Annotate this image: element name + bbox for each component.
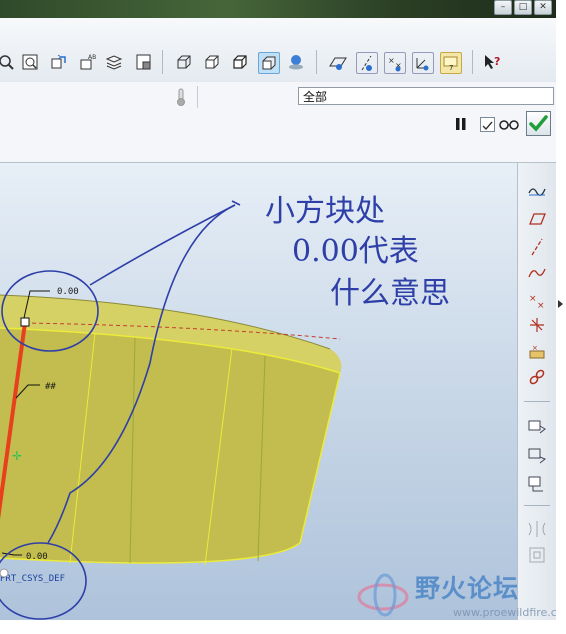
dimension-mid[interactable]: ## [45,382,56,392]
toolbar-separator [524,401,550,402]
window-titlebar: – □ ✕ [0,0,566,18]
svg-text:×: × [388,56,395,65]
coord-sys-display-icon[interactable] [412,52,434,74]
watermark-url: www.proewildfire.cn [453,606,564,619]
dimension-top[interactable]: 0.00 [57,287,79,297]
svg-text:×: × [529,294,537,304]
datum-point-marker: ✛ [12,449,22,463]
datum-axis-tool-icon[interactable] [527,237,547,257]
toolbar-separator [316,50,317,74]
shading-icon[interactable] [258,52,280,74]
annotation-pointer [89,204,236,286]
sweep-tool-icon[interactable] [527,473,547,493]
analysis-tool-icon[interactable]: × [527,341,547,361]
minimize-button[interactable]: – [494,0,512,15]
csys-marker [0,568,9,578]
model-canvas[interactable]: 0.00 ## 0.00 ✛ PRT_CSYS_DEF 小方块处 0.00代表 … [0,163,517,620]
spin-center-icon[interactable] [286,52,306,72]
wireframe-icon[interactable] [174,52,194,72]
watermark-name: 野火论坛 [415,574,520,603]
confirm-check-button[interactable] [526,111,551,136]
pause-button[interactable] [454,116,468,132]
hidden-line-icon[interactable] [202,52,222,72]
forum-watermark: 野火论坛 www.proewildfire.cn [355,565,564,625]
preview-checkbox[interactable] [480,117,495,132]
annotation-line-3: 什么意思 [330,276,450,311]
annotation-display-icon[interactable]: 7 [440,52,462,74]
datum-axis-display-icon[interactable] [356,52,378,74]
toolbar-separator [472,50,473,74]
named-view-icon[interactable]: AB [78,52,98,72]
pattern-tool-icon[interactable] [527,545,547,565]
annotation-line-1: 小方块处 [265,194,385,229]
main-toolbar: AB × × 7 ? [0,18,556,83]
close-button[interactable]: ✕ [534,0,552,15]
svg-text:AB: AB [88,54,96,61]
maximize-button[interactable]: □ [514,0,532,15]
datum-point-display-icon[interactable]: × × [384,52,406,74]
filter-select[interactable]: 全部 [298,87,554,105]
window-controls: – □ ✕ [494,0,552,15]
svg-text:×: × [537,301,545,311]
datum-plane-display-icon[interactable] [328,52,348,72]
dimension-bottom[interactable]: 0.00 [26,552,48,562]
toolbar-separator [524,505,550,506]
mirror-tool-icon[interactable] [527,519,547,539]
zoom-icon[interactable] [0,52,16,72]
toolbar-separator [162,50,163,74]
model-tree-icon[interactable] [134,52,154,72]
refit-icon[interactable] [20,52,40,72]
toolbar-separator [197,86,198,108]
revolve-tool-icon[interactable] [527,445,547,465]
window-right-edge [556,0,566,634]
svg-text:7: 7 [449,64,453,72]
watermark-logo-icon [357,573,409,617]
annotation-line-2: 0.00代表 [292,234,419,269]
coord-sys-tool-icon[interactable] [527,315,547,335]
datum-curve-tool-icon[interactable] [527,263,547,283]
drag-handle-square[interactable] [20,317,30,327]
svg-text:×: × [532,344,538,352]
csys-label: PRT_CSYS_DEF [0,574,65,584]
layers-icon[interactable] [104,52,124,72]
glasses-icon[interactable] [498,116,520,132]
status-strip [0,620,566,634]
expand-arrow-icon[interactable] [558,300,563,308]
datum-plane-tool-icon[interactable] [527,209,547,229]
thermometer-icon [174,88,188,106]
chain-tool-icon[interactable] [527,367,547,387]
context-help-icon[interactable]: ? [482,52,502,72]
sketch-tool-icon[interactable] [527,181,547,201]
no-hidden-icon[interactable] [230,52,250,72]
right-feature-toolbar: × × × [517,163,557,620]
graphics-viewport[interactable]: 0.00 ## 0.00 ✛ PRT_CSYS_DEF 小方块处 0.00代表 … [0,163,517,620]
orient-icon[interactable] [48,52,68,72]
svg-text:?: ? [494,55,500,68]
annotation-pointer-tip [231,200,241,206]
extrude-tool-icon[interactable] [527,417,547,437]
datum-point-tool-icon[interactable]: × × [527,291,547,311]
